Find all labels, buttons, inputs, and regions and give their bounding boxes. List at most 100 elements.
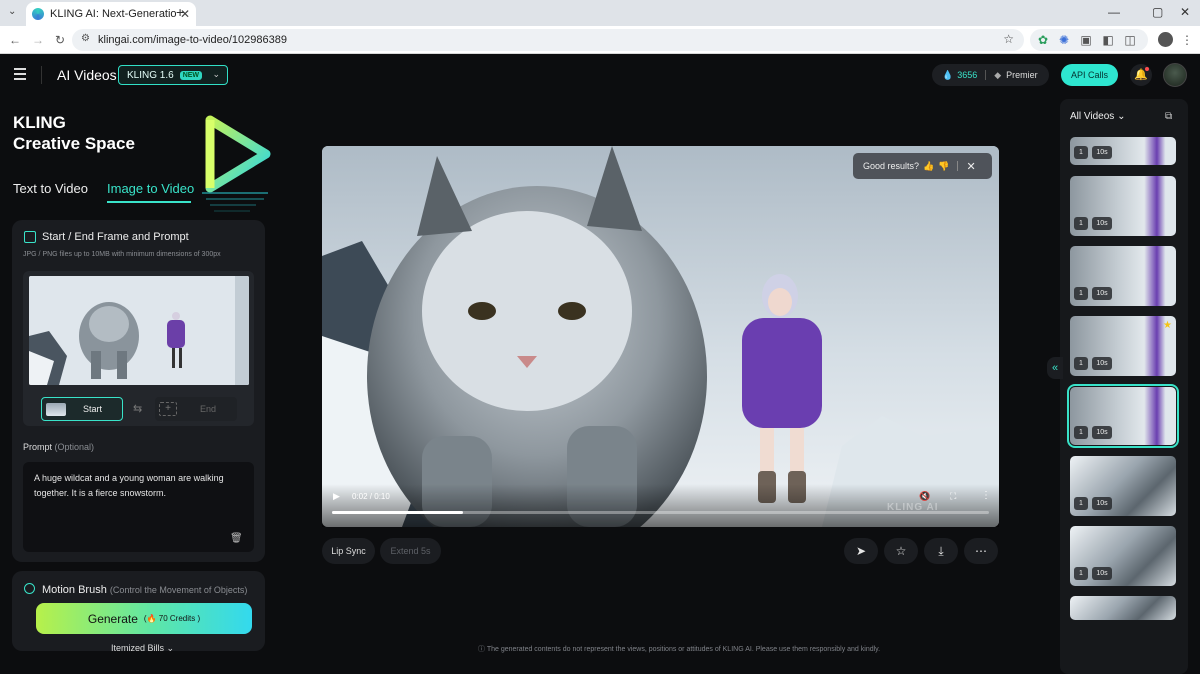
itemized-bills-toggle[interactable]: Itemized Bills ⌄: [111, 643, 174, 654]
model-select[interactable]: KLING 1.6 NEW ⌄: [118, 65, 228, 85]
more-horizontal-icon[interactable]: ⋯: [964, 538, 998, 564]
thumbnail-count: 1: [1074, 357, 1088, 370]
generate-button[interactable]: Generate (🔥 70 Credits ): [36, 603, 252, 634]
close-icon[interactable]: ✕: [966, 160, 975, 173]
extension-leaf-icon[interactable]: ✿: [1036, 33, 1050, 47]
history-thumbnail[interactable]: 1 10s: [1067, 384, 1179, 448]
thumbnail-count: 1: [1074, 497, 1088, 510]
thumbnail-count: 1: [1074, 146, 1088, 159]
bookmark-star-icon[interactable]: ☆: [1003, 32, 1014, 46]
thumbs-down-icon[interactable]: 👎: [938, 161, 949, 172]
add-icon: +: [159, 402, 177, 416]
progress-fill: [332, 511, 463, 514]
reload-icon[interactable]: ↻: [53, 33, 67, 47]
start-frame-preview[interactable]: [29, 276, 249, 385]
browser-tab-strip: ⌄ KLING AI: Next-Generation AI C ✕ + — ▢…: [0, 0, 1200, 26]
collapse-panel-icon[interactable]: «: [1047, 357, 1063, 379]
back-icon[interactable]: ←: [8, 33, 22, 47]
new-tab-icon[interactable]: +: [176, 4, 184, 20]
forward-icon[interactable]: →: [31, 33, 45, 47]
tab-list-icon[interactable]: ⌄: [8, 6, 16, 17]
maximize-icon[interactable]: ▢: [1152, 5, 1163, 19]
motion-brush-icon: [24, 583, 35, 594]
minimize-icon[interactable]: —: [1108, 5, 1120, 19]
extensions-puzzle-icon[interactable]: ◫: [1123, 33, 1137, 47]
hamburger-menu-icon[interactable]: [14, 68, 26, 80]
history-thumbnail[interactable]: 1 10s: [1070, 526, 1176, 586]
lip-sync-button[interactable]: Lip Sync: [322, 538, 375, 564]
swap-icon[interactable]: ⇆: [133, 402, 142, 415]
download-icon[interactable]: ⤓: [924, 538, 958, 564]
thumbnail-duration: 10s: [1092, 357, 1112, 370]
start-frame-button[interactable]: Start: [41, 397, 123, 421]
thumbs-up-icon[interactable]: 👍: [923, 161, 934, 172]
mute-icon[interactable]: 🔇: [919, 491, 930, 502]
all-videos-filter[interactable]: All Videos ⌄: [1070, 111, 1125, 122]
address-bar[interactable]: ⚙ klingai.com/image-to-video/102986389 ☆: [72, 29, 1024, 51]
info-icon: ⓘ: [478, 646, 487, 653]
copy-icon[interactable]: ⧉: [1165, 111, 1172, 122]
app-title: AI Videos: [57, 67, 117, 83]
disclaimer-text: The generated contents do not represent …: [486, 646, 881, 653]
extension-box-icon[interactable]: ◧: [1101, 33, 1115, 47]
header-divider: [41, 66, 42, 84]
browser-tab[interactable]: KLING AI: Next-Generation AI C ✕: [26, 2, 196, 26]
profile-icon[interactable]: [1158, 32, 1173, 47]
kling-logo-icon: [202, 115, 271, 212]
credits-balance: 3656: [957, 70, 978, 80]
window-close-icon[interactable]: ✕: [1180, 5, 1190, 19]
frame-card-title: Start / End Frame and Prompt: [42, 231, 189, 243]
more-vertical-icon[interactable]: ⋮: [981, 490, 991, 501]
history-thumbnail[interactable]: 1 10s: [1070, 176, 1176, 236]
generate-credits: (🔥 70 Credits ): [143, 614, 201, 623]
site-info-icon[interactable]: ⚙: [81, 33, 90, 44]
video-player[interactable]: [322, 146, 999, 527]
history-thumbnail[interactable]: 1 10s ★: [1070, 316, 1176, 376]
prompt-label-text: Prompt: [23, 442, 53, 452]
start-thumbnail: [46, 402, 66, 416]
credits-divider: [985, 70, 987, 80]
prompt-text[interactable]: A huge wildcat and a young woman are wal…: [34, 471, 244, 501]
feedback-pill: Good results? 👍 👎 ✕: [853, 153, 992, 179]
trash-icon[interactable]: 🗑: [230, 533, 243, 544]
extension-terminal-icon[interactable]: ▣: [1079, 33, 1093, 47]
diamond-icon: ◆: [994, 69, 1002, 80]
credits-pill[interactable]: 💧 3656 ◆ Premier: [932, 64, 1049, 86]
share-icon[interactable]: ➤: [844, 538, 878, 564]
end-label: End: [200, 404, 217, 414]
new-badge: NEW: [179, 70, 203, 80]
notification-bell-icon[interactable]: 🔔: [1130, 64, 1152, 86]
extend-button[interactable]: Extend 5s: [380, 538, 441, 564]
thumbnail-duration: 10s: [1092, 426, 1112, 439]
prompt-optional: (Optional): [54, 442, 95, 452]
fullscreen-icon[interactable]: ⛶: [950, 491, 956, 502]
browser-menu-icon[interactable]: ⋮: [1180, 33, 1194, 47]
app-header: AI Videos KLING 1.6 NEW ⌄ 💧 3656 ◆ Premi…: [0, 54, 1200, 96]
play-icon[interactable]: ▶: [333, 491, 340, 502]
credits-drop-icon: 💧: [942, 69, 954, 80]
url-text: klingai.com/image-to-video/102986389: [98, 34, 287, 46]
browser-tab-title: KLING AI: Next-Generation AI C: [50, 8, 176, 20]
thumbnail-duration: 10s: [1092, 217, 1112, 230]
tab-image-to-video[interactable]: Image to Video: [107, 181, 194, 196]
history-thumbnail[interactable]: 1 10s: [1070, 456, 1176, 516]
history-thumbnail[interactable]: 1 10s: [1070, 137, 1176, 165]
history-thumbnail[interactable]: [1070, 596, 1176, 620]
chevron-down-icon: ⌄: [166, 643, 175, 653]
generate-label: Generate: [87, 611, 138, 626]
kling-app: AI Videos KLING 1.6 NEW ⌄ 💧 3656 ◆ Premi…: [0, 54, 1200, 674]
video-time: 0:02 / 0:10: [352, 492, 390, 501]
thumbnail-duration: 10s: [1092, 287, 1112, 300]
browser-toolbar: ← → ↻ ⚙ klingai.com/image-to-video/10298…: [0, 26, 1200, 54]
favorite-star-icon[interactable]: ☆: [884, 538, 918, 564]
tab-text-to-video[interactable]: Text to Video: [13, 181, 88, 196]
thumbnail-count: 1: [1074, 217, 1088, 230]
brand-line-2: Creative Space: [13, 134, 135, 153]
avatar[interactable]: [1163, 63, 1187, 87]
extension-gear-icon[interactable]: ✺: [1057, 33, 1071, 47]
all-videos-label: All Videos: [1070, 111, 1115, 122]
api-calls-button[interactable]: API Calls: [1061, 64, 1118, 86]
history-thumbnail[interactable]: 1 10s: [1070, 246, 1176, 306]
end-frame-button[interactable]: + End: [155, 397, 237, 421]
model-name: KLING 1.6: [127, 69, 174, 81]
